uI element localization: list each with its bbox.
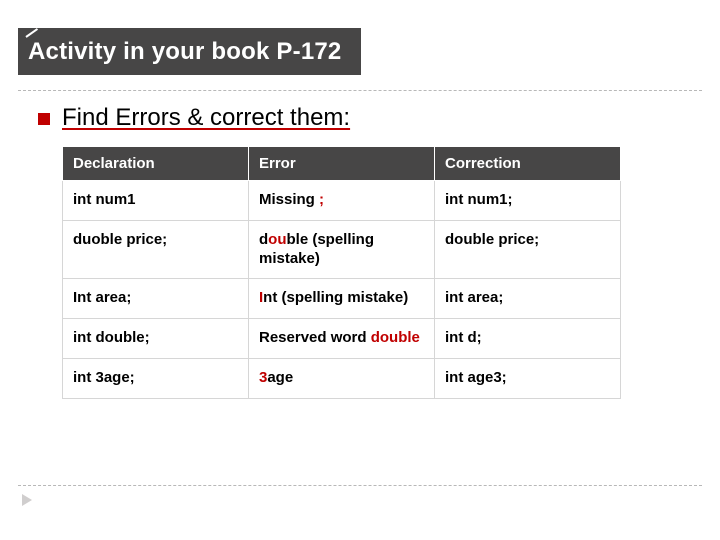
cell-correction: int d; (435, 319, 621, 359)
cell-correction: int age3; (435, 358, 621, 398)
table-row: int 3age;3ageint age3; (63, 358, 621, 398)
errors-table: Declaration Error Correction int num1Mis… (62, 146, 621, 399)
content-area: Find Errors & correct them: Declaration … (38, 104, 682, 399)
col-header-correction: Correction (435, 147, 621, 181)
bullet-row: Find Errors & correct them: (38, 104, 682, 132)
table-row: duoble price;double (spelling mistake)do… (63, 220, 621, 279)
divider-bottom (18, 485, 702, 486)
slide-title: Activity in your book P-172 (18, 38, 341, 66)
divider-top (18, 90, 702, 91)
cell-correction: int num1; (435, 181, 621, 221)
square-bullet-icon (38, 113, 50, 125)
cell-correction: double price; (435, 220, 621, 279)
slide: Activity in your book P-172 Find Errors … (0, 0, 720, 540)
bullet-heading: Find Errors & correct them: (62, 104, 350, 132)
cell-declaration: int num1 (63, 181, 249, 221)
col-header-error: Error (249, 147, 435, 181)
table-body: int num1Missing ;int num1;duoble price;d… (63, 181, 621, 399)
cell-error: 3age (249, 358, 435, 398)
cell-declaration: duoble price; (63, 220, 249, 279)
cell-declaration: int double; (63, 319, 249, 359)
footer-arrow-icon (22, 494, 32, 506)
table-row: int double;Reserved word doubleint d; (63, 319, 621, 359)
table-header-row: Declaration Error Correction (63, 147, 621, 181)
col-header-declaration: Declaration (63, 147, 249, 181)
cell-error: Int (spelling mistake) (249, 279, 435, 319)
cell-correction: int area; (435, 279, 621, 319)
title-bar: Activity in your book P-172 (18, 28, 361, 75)
cell-declaration: Int area; (63, 279, 249, 319)
cell-declaration: int 3age; (63, 358, 249, 398)
title-accent-line (25, 28, 38, 38)
cell-error: double (spelling mistake) (249, 220, 435, 279)
table-row: Int area;Int (spelling mistake)int area; (63, 279, 621, 319)
cell-error: Reserved word double (249, 319, 435, 359)
cell-error: Missing ; (249, 181, 435, 221)
table-row: int num1Missing ;int num1; (63, 181, 621, 221)
